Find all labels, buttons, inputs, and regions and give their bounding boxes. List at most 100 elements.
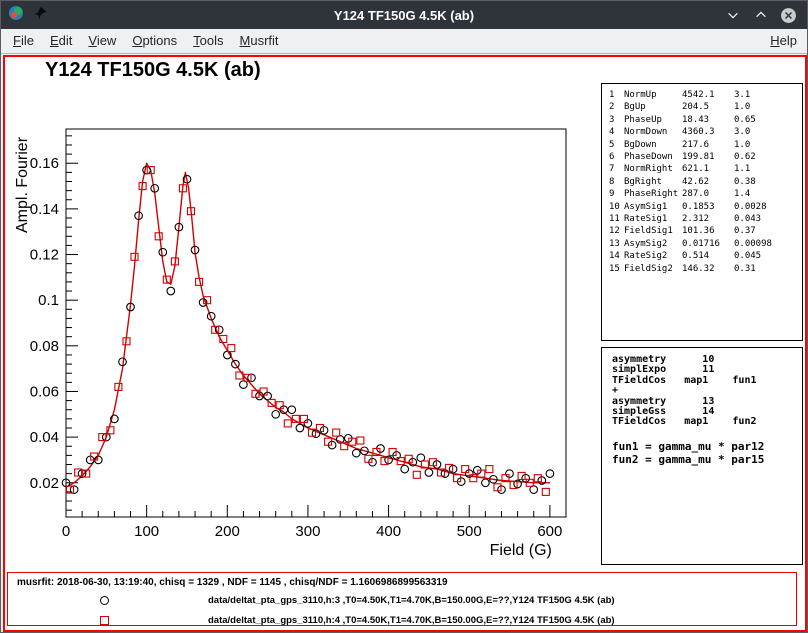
close-button[interactable] (780, 7, 797, 24)
menu-item[interactable]: File (5, 29, 42, 53)
menu-item[interactable]: Edit (42, 29, 80, 53)
parameter-value: 146.32 (682, 263, 734, 275)
parameter-error: 0.045 (734, 250, 802, 262)
function-lines: fun1 = gamma_mu * par12 fun2 = gamma_mu … (612, 440, 802, 467)
legend-row: data/deltat_pta_gps_3110,h:3 ,T0=4.50K,T… (8, 590, 796, 610)
theory-box: asymmetry 10 simplExpo 11 TFieldCos map1… (601, 347, 803, 565)
y-tick-label: 0.06 (30, 383, 59, 400)
y-tick-label: 0.02 (30, 475, 59, 492)
maximize-button[interactable] (752, 7, 769, 24)
parameter-number: 11 (609, 213, 624, 225)
parameter-name: AsymSig1 (624, 201, 682, 213)
parameter-value: 287.0 (682, 188, 734, 200)
app-window: Y124 TF150G 4.5K (ab) (0, 0, 808, 633)
window-controls (724, 7, 807, 24)
parameter-row: 11 RateSig1 2.312 0.043 (602, 213, 802, 225)
parameter-row: 12 FieldSig1 101.36 0.37 (602, 225, 802, 237)
x-tick-label: 300 (295, 523, 320, 540)
parameter-error: 0.0028 (734, 201, 802, 213)
parameter-value: 0.1853 (682, 201, 734, 213)
parameter-name: NormRight (624, 163, 682, 175)
y-tick-label: 0.1 (38, 292, 59, 309)
parameter-name: FieldSig1 (624, 225, 682, 237)
parameter-value: 204.5 (682, 101, 734, 113)
legend-marker (100, 616, 109, 625)
menu-item[interactable]: Options (124, 29, 185, 53)
parameter-number: 10 (609, 201, 624, 213)
menu-items: File Edit View Options Tools Musrfit (1, 29, 287, 53)
parameter-name: BgRight (624, 176, 682, 188)
parameter-row: 15 FieldSig2 146.32 0.31 (602, 263, 802, 275)
legend-label: data/deltat_pta_gps_3110,h:4 ,T0=4.50K,T… (208, 615, 615, 626)
parameter-row: 7 NormRight 621.1 1.1 (602, 163, 802, 175)
parameter-number: 15 (609, 263, 624, 275)
parameter-error: 3.0 (734, 126, 802, 138)
parameter-name: NormUp (624, 89, 682, 101)
parameter-row: 6 PhaseDown 199.81 0.62 (602, 151, 802, 163)
parameter-row: 1 NormUp 4542.1 3.1 (602, 89, 802, 101)
root-canvas[interactable]: Y124 TF150G 4.5K (ab) 010020030040050060… (3, 55, 807, 632)
app-icon (8, 5, 24, 26)
fourier-plot[interactable]: 01002003004005006000.020.040.060.080.10.… (5, 57, 599, 569)
parameter-error: 0.65 (734, 114, 802, 126)
parameter-row: 4 NormDown 4360.3 3.0 (602, 126, 802, 138)
parameter-error: 1.0 (734, 139, 802, 151)
parameter-error: 0.38 (734, 176, 802, 188)
function-line: fun2 = gamma_mu * par15 (612, 453, 802, 467)
parameter-error: 0.31 (734, 263, 802, 275)
parameter-error: 0.37 (734, 225, 802, 237)
parameter-value: 199.81 (682, 151, 734, 163)
parameter-value: 2.312 (682, 213, 734, 225)
minimize-icon (726, 8, 740, 22)
parameter-name: RateSig2 (624, 250, 682, 262)
maximize-icon (754, 8, 768, 22)
menu-item[interactable]: Musrfit (232, 29, 287, 53)
titlebar[interactable]: Y124 TF150G 4.5K (ab) (1, 1, 807, 29)
parameter-row: 13 AsymSig2 0.01716 0.00098 (602, 238, 802, 250)
theory-lines: asymmetry 10 simplExpo 11 TFieldCos map1… (612, 355, 802, 428)
parameter-number: 6 (609, 151, 624, 163)
y-tick-label: 0.08 (30, 338, 59, 355)
parameter-row: 9 PhaseRight 287.0 1.4 (602, 188, 802, 200)
parameter-value: 0.514 (682, 250, 734, 262)
parameter-box: 1 NormUp 4542.1 3.1 2 BgUp 204.5 1.0 3 (601, 83, 803, 341)
x-tick-label: 0 (62, 523, 70, 540)
parameter-number: 14 (609, 250, 624, 262)
function-line: fun1 = gamma_mu * par12 (612, 440, 802, 454)
parameter-number: 9 (609, 188, 624, 200)
parameter-name: BgDown (624, 139, 682, 151)
parameter-number: 5 (609, 139, 624, 151)
parameter-row: 10 AsymSig1 0.1853 0.0028 (602, 201, 802, 213)
menu-item[interactable]: View (80, 29, 124, 53)
parameter-number: 3 (609, 114, 624, 126)
parameter-value: 42.62 (682, 176, 734, 188)
parameter-value: 4542.1 (682, 89, 734, 101)
parameter-value: 621.1 (682, 163, 734, 175)
parameter-error: 0.00098 (734, 238, 802, 250)
parameter-name: BgUp (624, 101, 682, 113)
pin-icon[interactable] (33, 6, 47, 25)
parameter-number: 13 (609, 238, 624, 250)
parameter-error: 1.4 (734, 188, 802, 200)
menu-item[interactable]: Tools (185, 29, 231, 53)
parameter-row: 8 BgRight 42.62 0.38 (602, 176, 802, 188)
parameter-rows: 1 NormUp 4542.1 3.1 2 BgUp 204.5 1.0 3 (602, 89, 802, 275)
parameter-row: 3 PhaseUp 18.43 0.65 (602, 114, 802, 126)
y-axis-title: Ampl. Fourier (14, 136, 31, 233)
parameter-name: PhaseRight (624, 188, 682, 200)
parameter-error: 0.043 (734, 213, 802, 225)
y-tick-label: 0.16 (30, 155, 59, 172)
theory-line: TFieldCos map1 fun1 (612, 376, 802, 386)
parameter-name: PhaseDown (624, 151, 682, 163)
parameter-row: 5 BgDown 217.6 1.0 (602, 139, 802, 151)
titlebar-icons (1, 5, 47, 26)
minimize-button[interactable] (724, 7, 741, 24)
parameter-name: FieldSig2 (624, 263, 682, 275)
parameter-name: PhaseUp (624, 114, 682, 126)
parameter-error: 3.1 (734, 89, 802, 101)
x-tick-label: 500 (457, 523, 482, 540)
theory-line: TFieldCos map1 fun2 (612, 417, 802, 427)
x-tick-label: 200 (215, 523, 240, 540)
menu-item-help[interactable]: Help (760, 29, 807, 53)
legend-marker (100, 596, 109, 605)
